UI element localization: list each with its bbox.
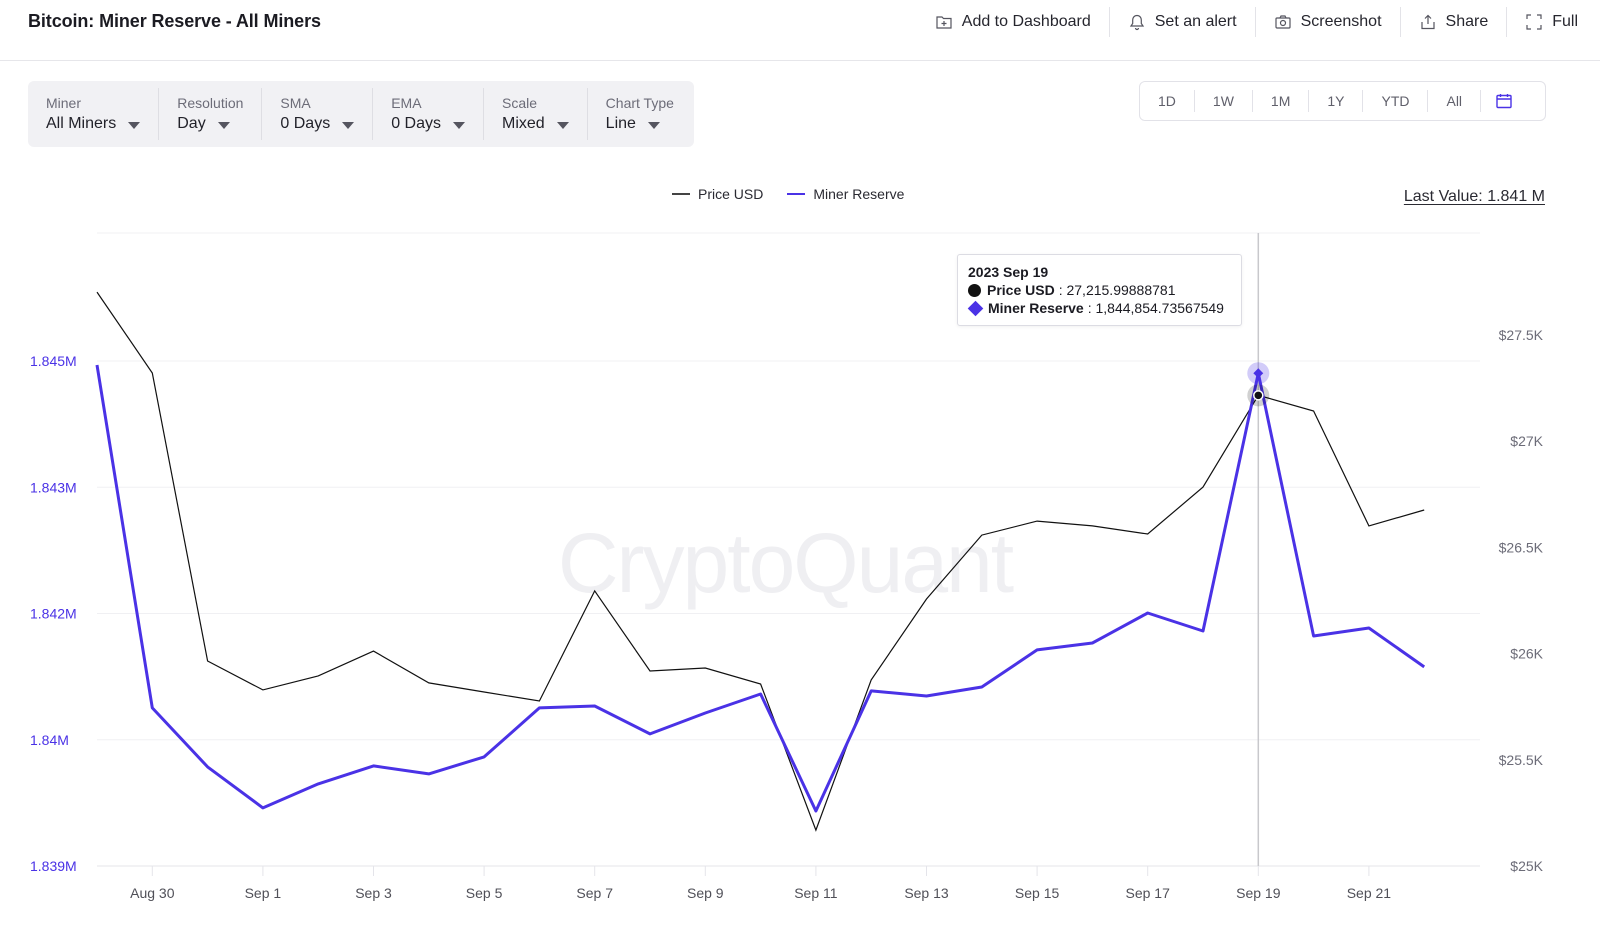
chart[interactable]: CryptoQuant 1.839M 1.84M 1.842M 1.843M 1.845… bbox=[0, 220, 1600, 935]
x-tick-label: Sep 5 bbox=[466, 885, 503, 901]
x-tick-label: Sep 17 bbox=[1126, 885, 1171, 901]
x-tick-label: Sep 13 bbox=[904, 885, 949, 901]
watermark: CryptoQuant bbox=[558, 516, 1014, 610]
range-all-button[interactable]: All bbox=[1428, 90, 1482, 112]
chart-legend: Price USD Miner Reserve bbox=[672, 186, 904, 202]
range-1w-button[interactable]: 1W bbox=[1195, 90, 1253, 112]
chart-tooltip: 2023 Sep 19 Price USD: 27,215.99888781 M… bbox=[957, 254, 1242, 326]
fullscreen-icon bbox=[1526, 14, 1542, 30]
header-actions: Add to Dashboard Set an alert Screenshot… bbox=[917, 0, 1600, 44]
add-to-dashboard-button[interactable]: Add to Dashboard bbox=[917, 7, 1110, 37]
add-to-dashboard-label: Add to Dashboard bbox=[961, 13, 1091, 30]
price-hover-point bbox=[1253, 390, 1264, 401]
header: Bitcoin: Miner Reserve - All Miners Add … bbox=[0, 0, 1600, 61]
x-tick-label: Sep 15 bbox=[1015, 885, 1060, 901]
caret-down-icon bbox=[452, 121, 465, 129]
sma-value: 0 Days bbox=[280, 115, 331, 132]
x-tick-label: Sep 11 bbox=[794, 885, 838, 901]
caret-down-icon bbox=[342, 121, 355, 129]
x-tick-label: Sep 3 bbox=[355, 885, 392, 901]
caret-down-icon bbox=[556, 121, 569, 129]
x-tick-label: Sep 7 bbox=[576, 885, 613, 901]
tooltip-price-label: Price USD bbox=[987, 282, 1055, 298]
legend-reserve-swatch bbox=[787, 193, 806, 195]
miner-dropdown[interactable]: Miner All Miners bbox=[28, 88, 160, 140]
y-right-tick-label: $25.5K bbox=[1499, 752, 1544, 768]
ema-value: 0 Days bbox=[391, 115, 441, 132]
legend-price-swatch bbox=[672, 193, 690, 195]
y-right-tick-label: $27K bbox=[1510, 433, 1543, 449]
x-axis: Aug 30 Sep 1 Sep 3 Sep 5 Sep 7 Sep 9 Sep 11 Sep… bbox=[130, 866, 1391, 901]
scale-label: Scale bbox=[501, 95, 538, 111]
sma-dropdown[interactable]: SMA 0 Days bbox=[262, 88, 374, 140]
add-dashboard-icon bbox=[936, 16, 952, 29]
caret-down-icon bbox=[128, 121, 141, 129]
x-tick-label: Sep 21 bbox=[1347, 885, 1392, 901]
ema-dropdown[interactable]: EMA 0 Days bbox=[373, 88, 484, 140]
share-label: Share bbox=[1445, 13, 1489, 30]
range-ytd-button[interactable]: YTD bbox=[1363, 90, 1429, 112]
legend-item-reserve[interactable]: Miner Reserve bbox=[787, 186, 904, 202]
set-alert-button[interactable]: Set an alert bbox=[1110, 7, 1256, 37]
y-right-tick-label: $26K bbox=[1510, 646, 1543, 662]
filter-bar: Miner All Miners Resolution Day SMA 0 Da… bbox=[28, 81, 694, 147]
y-right-tick-label: $26.5K bbox=[1499, 539, 1544, 555]
resolution-dropdown[interactable]: Resolution Day bbox=[159, 88, 263, 140]
ema-label: EMA bbox=[391, 95, 422, 111]
y-right-tick-label: $27.5K bbox=[1499, 327, 1544, 343]
tooltip-reserve-label: Miner Reserve bbox=[988, 300, 1084, 316]
y-right-tick-label: $25K bbox=[1510, 858, 1543, 874]
sma-label: SMA bbox=[280, 95, 311, 111]
x-tick-label: Sep 19 bbox=[1236, 885, 1281, 901]
camera-icon bbox=[1274, 15, 1291, 29]
y-left-tick-label: 1.845M bbox=[30, 353, 77, 369]
legend-reserve-label: Miner Reserve bbox=[813, 186, 905, 202]
resolution-label: Resolution bbox=[177, 95, 244, 111]
x-tick-label: Sep 9 bbox=[687, 885, 724, 901]
caret-down-icon bbox=[217, 121, 230, 129]
range-1d-button[interactable]: 1D bbox=[1140, 90, 1195, 112]
miner-label: Miner bbox=[46, 95, 82, 111]
bell-icon bbox=[1129, 14, 1144, 31]
legend-item-price[interactable]: Price USD bbox=[672, 186, 763, 202]
x-tick-label: Aug 30 bbox=[130, 885, 175, 901]
tooltip-date: 2023 Sep 19 bbox=[968, 264, 1049, 280]
chart-type-value: Line bbox=[605, 115, 636, 132]
tooltip-price-value: : 27,215.99888781 bbox=[1058, 282, 1176, 298]
calendar-icon bbox=[1496, 94, 1512, 109]
last-value[interactable]: Last Value: 1.841 M bbox=[1404, 188, 1545, 206]
fullscreen-label: Full bbox=[1552, 13, 1578, 30]
resolution-value: Day bbox=[177, 115, 206, 132]
caret-down-icon bbox=[647, 121, 660, 129]
y-axis-right: $25K $25.5K $26K $26.5K $27K $27.5K bbox=[1499, 327, 1544, 874]
y-axis-left: 1.839M 1.84M 1.842M 1.843M 1.845M bbox=[30, 353, 77, 874]
set-alert-label: Set an alert bbox=[1154, 13, 1237, 30]
date-picker-button[interactable] bbox=[1481, 90, 1527, 112]
share-icon bbox=[1420, 14, 1435, 30]
time-range-selector: 1D 1W 1M 1Y YTD All bbox=[1139, 81, 1546, 121]
range-1y-button[interactable]: 1Y bbox=[1309, 90, 1364, 112]
screenshot-label: Screenshot bbox=[1300, 13, 1382, 30]
range-1m-button[interactable]: 1M bbox=[1253, 90, 1310, 112]
y-left-tick-label: 1.84M bbox=[30, 732, 69, 748]
tooltip-reserve-value: : 1,844,854.73567549 bbox=[1087, 300, 1224, 316]
miner-value: All Miners bbox=[46, 115, 117, 132]
price-dot-icon bbox=[968, 283, 981, 297]
page-title: Bitcoin: Miner Reserve - All Miners bbox=[28, 11, 321, 31]
scale-dropdown[interactable]: Scale Mixed bbox=[484, 88, 588, 140]
reserve-diamond-icon bbox=[967, 300, 984, 316]
screenshot-button[interactable]: Screenshot bbox=[1256, 7, 1401, 37]
share-button[interactable]: Share bbox=[1401, 7, 1508, 37]
y-left-tick-label: 1.839M bbox=[30, 858, 77, 874]
scale-value: Mixed bbox=[501, 115, 545, 132]
chart-type-dropdown[interactable]: Chart Type Line bbox=[588, 88, 694, 140]
x-tick-label: Sep 1 bbox=[245, 885, 282, 901]
fullscreen-button[interactable]: Full bbox=[1507, 7, 1600, 37]
chart-type-label: Chart Type bbox=[605, 95, 674, 111]
y-left-tick-label: 1.842M bbox=[30, 606, 77, 622]
y-left-tick-label: 1.843M bbox=[30, 479, 77, 495]
legend-price-label: Price USD bbox=[698, 186, 764, 202]
